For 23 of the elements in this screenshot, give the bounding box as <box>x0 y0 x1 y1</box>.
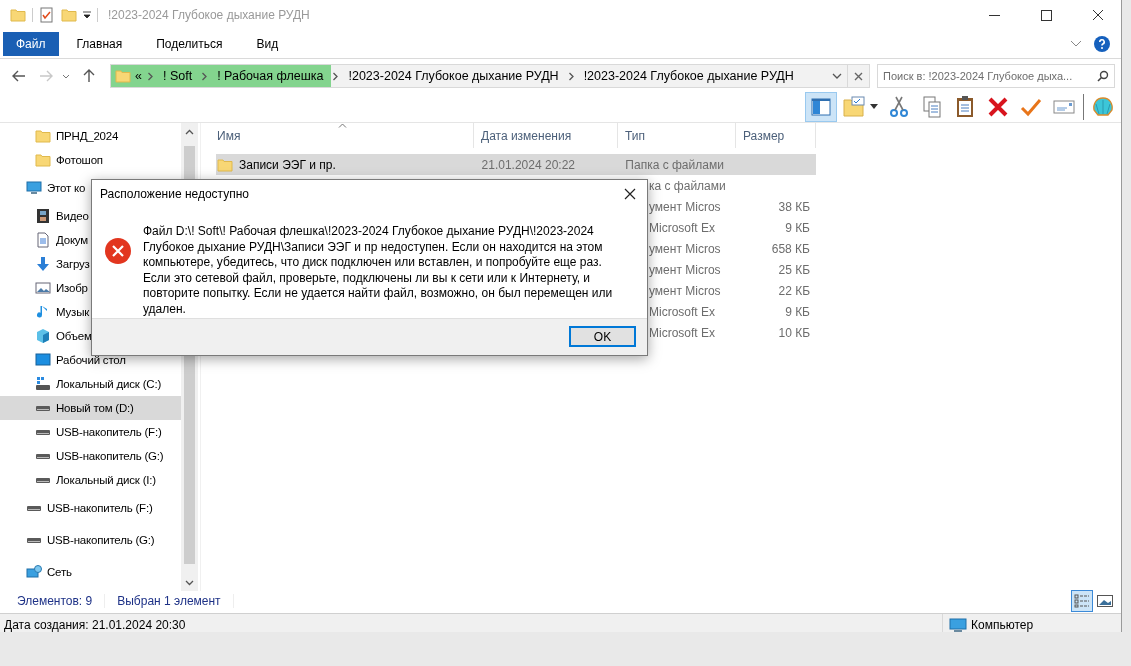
table-cell: 38 КБ <box>778 199 810 214</box>
table-cell-text: Microsoft Ex <box>648 304 716 319</box>
table-cell-text: Microsoft Ex <box>648 325 716 340</box>
table-cell: 9 КБ <box>785 220 810 235</box>
table-cell-text: Папка с файлами <box>624 157 725 172</box>
window-title: !2023-2024 Глубокое дыхание РУДН <box>108 8 310 22</box>
table-cell: 22 КБ <box>778 283 810 298</box>
table-cell: 9 КБ <box>785 304 810 319</box>
location-text: Компьютер <box>971 618 1034 632</box>
table-cell-text: умент Micros <box>648 283 722 298</box>
table-cell-text: умент Micros <box>648 241 722 256</box>
table-cell: 658 КБ <box>771 241 810 256</box>
dialog-title: Расположение недоступно <box>100 187 250 201</box>
error-message: Файл D:\! Soft\! Рабочая флешка\!2023-2024 Глубокое дыхание РУДН\!2023-2024 Глубокое дыхание РУДН\Записи ЭЭГ и пр недоступен. Если он находится на этом компьютере, убедитесь, что диск подключен или вставлен, и попробуйте еще раз. Если это сетевой файл, проверьте, подключены ли вы к сети или к Интернету, и повторите попытку. Если не удается найти файл, возможно, он был перемещен или удален. <box>143 224 614 318</box>
table-cell: 10 КБ <box>778 325 810 340</box>
status-text: Элементов: 9 <box>5 594 106 608</box>
table-cell-text: умент Micros <box>648 262 722 277</box>
table-cell-text: Microsoft Ex <box>648 220 716 235</box>
table-cell-text: умент Micros <box>648 199 722 214</box>
table-cell: 25 КБ <box>778 262 810 277</box>
status-text: Дата создания: 21.01.2024 20:30 <box>4 618 186 632</box>
table-cell-text: 21.01.2024 20:22 <box>480 157 576 172</box>
status-text: Выбран 1 элемент <box>105 594 234 608</box>
